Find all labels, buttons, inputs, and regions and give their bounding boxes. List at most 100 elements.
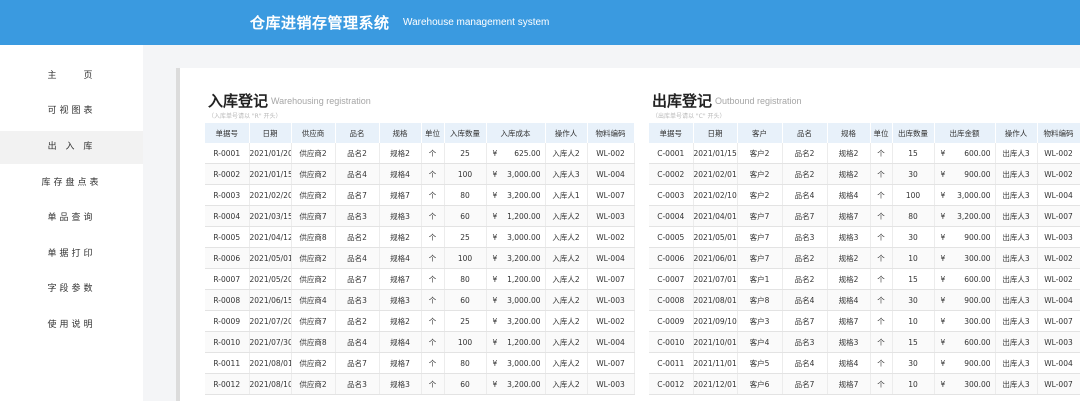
outbound-col-header[interactable]: 客户: [737, 123, 783, 143]
outbound-table-cell[interactable]: C-0006: [649, 247, 694, 269]
outbound-table-cell[interactable]: 品名2: [782, 143, 828, 164]
inbound-table-cell[interactable]: 规格3: [379, 205, 422, 227]
outbound-table-cell[interactable]: 30: [892, 226, 935, 248]
inbound-col-header[interactable]: 规格: [379, 123, 422, 143]
sidebar-item-item-query[interactable]: 单品查询: [0, 202, 143, 235]
inbound-table-cell[interactable]: 入库人2: [545, 226, 588, 248]
outbound-table-cell[interactable]: 品名2: [782, 247, 828, 269]
inbound-table-row[interactable]: R-0009 2021/07/20 供应商7 品名2 规格2 个 25 ¥3,200.00 入库…: [205, 310, 635, 332]
inbound-table-cell[interactable]: 入库人2: [545, 331, 588, 353]
outbound-table-cell[interactable]: 出库人3: [995, 184, 1038, 206]
inbound-table-cell[interactable]: 100: [444, 331, 487, 353]
inbound-table-cell[interactable]: 个: [421, 184, 445, 206]
outbound-table-cell[interactable]: 品名4: [782, 352, 828, 374]
outbound-table-cell[interactable]: 2021/12/01: [693, 373, 738, 395]
outbound-table-cell[interactable]: 客户2: [737, 143, 783, 164]
sidebar-item-fields[interactable]: 字段参数: [0, 273, 143, 306]
inbound-col-header[interactable]: 物料编码: [587, 123, 635, 143]
outbound-table-cell[interactable]: C-0001: [649, 143, 694, 164]
inbound-table-cell[interactable]: WL-004: [587, 163, 635, 185]
inbound-table-cell[interactable]: 规格7: [379, 352, 422, 374]
inbound-col-header[interactable]: 单位: [421, 123, 445, 143]
outbound-table-cell[interactable]: 品名4: [782, 184, 828, 206]
outbound-table-cell[interactable]: 2021/06/01: [693, 247, 738, 269]
outbound-table-row[interactable]: C-0002 2021/02/01 客户2 品名2 规格2 个 30 ¥900.00 出库人3 W…: [649, 163, 1080, 185]
outbound-table-cell[interactable]: 出库人3: [995, 247, 1038, 269]
inbound-table-cell[interactable]: 入库人2: [545, 352, 588, 374]
outbound-table-cell[interactable]: 个: [870, 331, 893, 353]
inbound-table-cell[interactable]: 2021/05/20: [249, 268, 292, 290]
inbound-table-row[interactable]: R-0003 2021/02/20 供应商2 品名7 规格7 个 80 ¥3,200.00 入库…: [205, 184, 635, 206]
inbound-table-cell[interactable]: 品名3: [335, 205, 380, 227]
inbound-table-cell[interactable]: WL-002: [587, 143, 635, 164]
inbound-table-row[interactable]: R-0007 2021/05/20 供应商2 品名7 规格7 个 80 ¥1,200.00 入库…: [205, 268, 635, 290]
outbound-table-cell[interactable]: WL-003: [1037, 226, 1080, 248]
inbound-amount-cell[interactable]: ¥3,200.00: [486, 247, 546, 269]
outbound-table-cell[interactable]: 10: [892, 247, 935, 269]
outbound-table-cell[interactable]: C-0012: [649, 373, 694, 395]
inbound-table-cell[interactable]: 个: [421, 226, 445, 248]
outbound-table-cell[interactable]: 30: [892, 352, 935, 374]
outbound-table-cell[interactable]: 规格2: [827, 163, 871, 185]
inbound-table-cell[interactable]: WL-004: [587, 331, 635, 353]
inbound-table-cell[interactable]: 入库人2: [545, 247, 588, 269]
inbound-table-row[interactable]: R-0005 2021/04/12 供应商8 品名2 规格2 个 25 ¥3,000.00 入库…: [205, 226, 635, 248]
outbound-table-cell[interactable]: 100: [892, 184, 935, 206]
outbound-amount-cell[interactable]: ¥900.00: [934, 289, 996, 311]
inbound-table-cell[interactable]: R-0005: [205, 226, 250, 248]
outbound-table-cell[interactable]: 15: [892, 331, 935, 353]
outbound-col-header[interactable]: 出库金额: [934, 123, 996, 143]
inbound-table-cell[interactable]: 个: [421, 352, 445, 374]
inbound-table-cell[interactable]: 规格3: [379, 289, 422, 311]
outbound-table-cell[interactable]: 客户2: [737, 184, 783, 206]
outbound-table-cell[interactable]: 出库人3: [995, 289, 1038, 311]
inbound-amount-cell[interactable]: ¥3,000.00: [486, 352, 546, 374]
outbound-table-row[interactable]: C-0007 2021/07/01 客户1 品名2 规格2 个 15 ¥600.00 出库人3 W…: [649, 268, 1080, 290]
outbound-table-cell[interactable]: 客户7: [737, 247, 783, 269]
outbound-table-cell[interactable]: WL-002: [1037, 247, 1080, 269]
inbound-table-cell[interactable]: 供应商2: [291, 268, 336, 290]
inbound-table-cell[interactable]: 规格2: [379, 310, 422, 332]
inbound-table-cell[interactable]: 80: [444, 184, 487, 206]
outbound-table-cell[interactable]: 个: [870, 352, 893, 374]
sidebar-item-home[interactable]: 主 页: [0, 60, 143, 93]
outbound-table-cell[interactable]: 2021/02/10: [693, 184, 738, 206]
sidebar-item-stock-io[interactable]: 出 入 库: [0, 131, 143, 164]
inbound-table-cell[interactable]: WL-007: [587, 268, 635, 290]
outbound-table-cell[interactable]: 个: [870, 373, 893, 395]
inbound-table-cell[interactable]: 入库人2: [545, 310, 588, 332]
outbound-table-cell[interactable]: 个: [870, 143, 893, 164]
inbound-table-cell[interactable]: WL-003: [587, 205, 635, 227]
outbound-table-cell[interactable]: WL-007: [1037, 205, 1080, 227]
inbound-table-row[interactable]: R-0008 2021/06/15 供应商4 品名3 规格3 个 60 ¥3,000.00 入库…: [205, 289, 635, 311]
inbound-table-cell[interactable]: 25: [444, 143, 487, 164]
inbound-table-row[interactable]: R-0011 2021/08/01 供应商2 品名7 规格7 个 80 ¥3,000.00 入库…: [205, 352, 635, 374]
outbound-table-cell[interactable]: 个: [870, 310, 893, 332]
outbound-table-cell[interactable]: 个: [870, 289, 893, 311]
inbound-table-cell[interactable]: WL-004: [587, 247, 635, 269]
outbound-table-cell[interactable]: 15: [892, 268, 935, 290]
sidebar-item-inventory[interactable]: 库存盘点表: [0, 167, 143, 200]
outbound-table-cell[interactable]: 规格4: [827, 184, 871, 206]
inbound-col-header[interactable]: 操作人: [545, 123, 588, 143]
inbound-table-cell[interactable]: 2021/03/15: [249, 205, 292, 227]
inbound-table-cell[interactable]: 品名2: [335, 226, 380, 248]
inbound-table-cell[interactable]: R-0010: [205, 331, 250, 353]
inbound-table-cell[interactable]: 规格2: [379, 143, 422, 164]
outbound-amount-cell[interactable]: ¥300.00: [934, 247, 996, 269]
outbound-table-cell[interactable]: 客户2: [737, 163, 783, 185]
outbound-table-cell[interactable]: 规格3: [827, 331, 871, 353]
outbound-table-cell[interactable]: 规格4: [827, 289, 871, 311]
outbound-table-row[interactable]: C-0008 2021/08/01 客户8 品名4 规格4 个 30 ¥900.00 出库人3 W…: [649, 289, 1080, 311]
inbound-table-cell[interactable]: 供应商2: [291, 247, 336, 269]
inbound-col-header[interactable]: 单据号: [205, 123, 250, 143]
outbound-table-cell[interactable]: 规格7: [827, 205, 871, 227]
outbound-col-header[interactable]: 出库数量: [892, 123, 935, 143]
outbound-table-row[interactable]: C-0009 2021/09/10 客户3 品名7 规格7 个 10 ¥300.00 出库人3 W…: [649, 310, 1080, 332]
outbound-table-cell[interactable]: 个: [870, 205, 893, 227]
inbound-table-cell[interactable]: R-0007: [205, 268, 250, 290]
outbound-table-cell[interactable]: 客户8: [737, 289, 783, 311]
inbound-table-row[interactable]: R-0001 2021/01/20 供应商2 品名2 规格2 个 25 ¥625.00 入库人2…: [205, 143, 635, 164]
outbound-table-row[interactable]: C-0001 2021/01/15 客户2 品名2 规格2 个 15 ¥600.00 出库人3 W…: [649, 143, 1080, 164]
inbound-table-cell[interactable]: 品名3: [335, 289, 380, 311]
